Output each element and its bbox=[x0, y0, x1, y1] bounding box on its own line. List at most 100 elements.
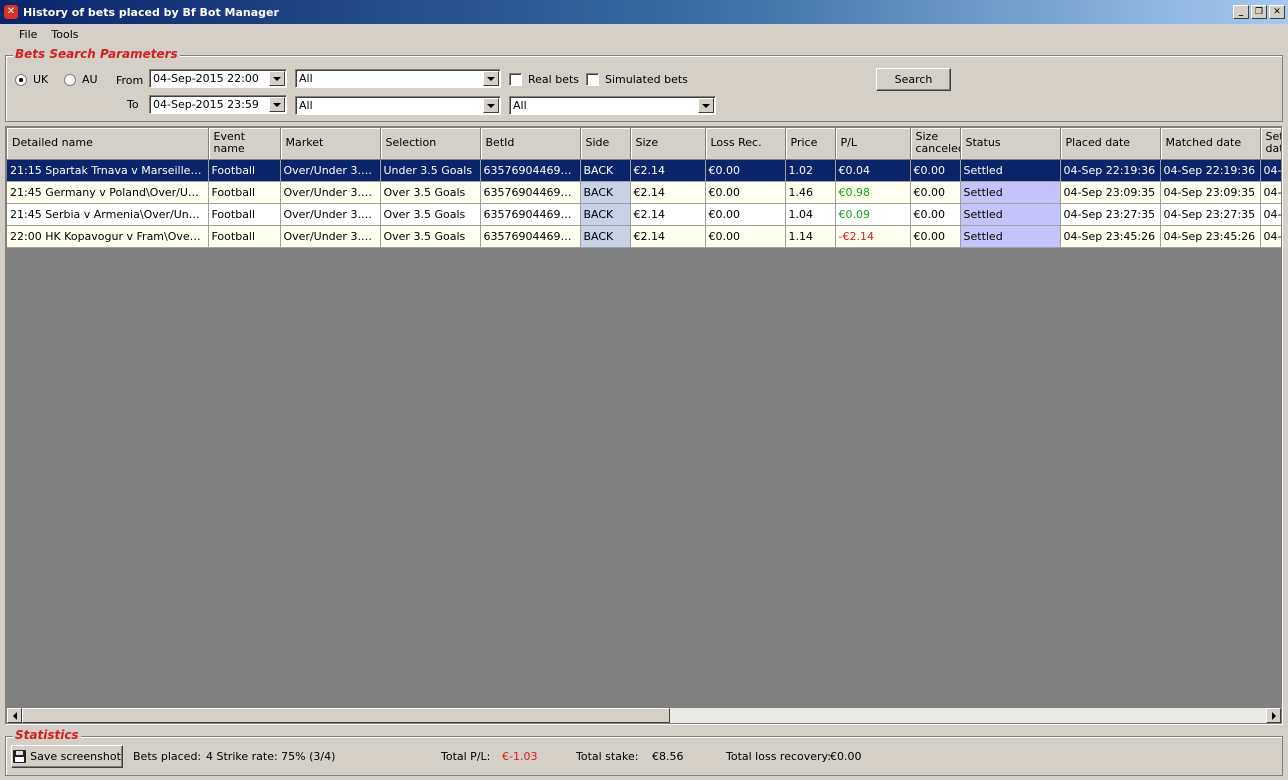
col-status[interactable]: Status bbox=[960, 128, 1061, 160]
table-row[interactable]: 21:15 Spartak Trnava v Marseille\Over/Un… bbox=[7, 159, 1281, 182]
minimize-button[interactable]: _ bbox=[1233, 5, 1249, 19]
col-market[interactable]: Market bbox=[280, 128, 381, 160]
scroll-thumb[interactable] bbox=[22, 708, 670, 723]
cell-selection: Under 3.5 Goals bbox=[380, 159, 481, 182]
filter-select-2[interactable]: All bbox=[295, 96, 501, 115]
search-group-title: Bets Search Parameters bbox=[13, 47, 180, 61]
restore-button[interactable]: ❐ bbox=[1251, 5, 1267, 19]
save-screenshot-button[interactable]: Save screenshot bbox=[11, 745, 123, 768]
radio-uk-label: UK bbox=[33, 73, 49, 86]
bets-placed-value: 4 Strike rate: 75% (3/4) bbox=[206, 750, 336, 763]
to-date-picker[interactable]: 04-Sep-2015 23:59 bbox=[149, 95, 287, 114]
cell-betid: 63576904469820002 bbox=[480, 203, 581, 226]
total-pl-label: Total P/L: bbox=[441, 750, 491, 763]
from-date-value: 04-Sep-2015 22:00 bbox=[153, 72, 259, 85]
chevron-down-icon bbox=[273, 102, 281, 107]
col-selection[interactable]: Selection bbox=[380, 128, 481, 160]
cell-market: Over/Under 3.5 Goals bbox=[280, 159, 381, 182]
col-settled-date[interactable]: Settled date bbox=[1260, 128, 1281, 160]
col-size-canceled[interactable]: Size canceled bbox=[910, 128, 961, 160]
bets-table: Detailed name Event name Market Selectio… bbox=[7, 128, 1281, 248]
filter-3-dropdown-button[interactable] bbox=[698, 98, 714, 113]
table-row[interactable]: 22:00 HK Kopavogur v Fram\Over/Under 3.5… bbox=[7, 225, 1281, 248]
simulated-bets-box bbox=[586, 73, 599, 86]
col-loss-rec[interactable]: Loss Rec. bbox=[705, 128, 786, 160]
cell-settled: 04-Sep 23:59:00 bbox=[1260, 225, 1281, 248]
cell-event: Football bbox=[208, 203, 281, 226]
col-matched-date[interactable]: Matched date bbox=[1160, 128, 1261, 160]
cell-pl: -€2.14 bbox=[835, 225, 911, 248]
radio-uk-dot bbox=[15, 73, 27, 86]
menu-tools[interactable]: Tools bbox=[44, 26, 85, 43]
filter-1-dropdown-button[interactable] bbox=[483, 71, 499, 86]
cell-side: BACK bbox=[580, 181, 631, 204]
scroll-track[interactable] bbox=[22, 708, 1266, 723]
real-bets-box bbox=[509, 73, 522, 86]
simulated-bets-checkbox[interactable]: Simulated bets bbox=[586, 73, 688, 86]
table-row[interactable]: 21:45 Germany v Poland\Over/Under 3.5 Go… bbox=[7, 181, 1281, 204]
col-size[interactable]: Size bbox=[630, 128, 706, 160]
app-logo-icon: ✕ bbox=[4, 5, 18, 19]
filter-select-1[interactable]: All bbox=[295, 69, 501, 88]
cell-placed: 04-Sep 23:45:26 bbox=[1060, 225, 1161, 248]
from-label: From bbox=[116, 74, 144, 87]
real-bets-checkbox[interactable]: Real bets bbox=[509, 73, 579, 86]
cell-betid: 63576904469820003 bbox=[480, 225, 581, 248]
total-stake-value: €8.56 bbox=[652, 750, 684, 763]
cell-placed: 04-Sep 23:09:35 bbox=[1060, 181, 1161, 204]
cell-size: €2.14 bbox=[630, 225, 706, 248]
radio-au-label: AU bbox=[82, 73, 98, 86]
cell-name: 22:00 HK Kopavogur v Fram\Over/Under 3.5… bbox=[7, 225, 209, 248]
cell-betid: 63576904469820001 bbox=[480, 181, 581, 204]
cell-selection: Over 3.5 Goals bbox=[380, 203, 481, 226]
filter-2-dropdown-button[interactable] bbox=[483, 98, 499, 113]
cell-settled: 04-Sep 23:59:00 bbox=[1260, 181, 1281, 204]
close-button[interactable]: ✕ bbox=[1269, 5, 1285, 19]
cell-matched: 04-Sep 22:19:36 bbox=[1160, 159, 1261, 182]
total-loss-recovery-label: Total loss recovery: bbox=[726, 750, 831, 763]
bets-grid[interactable]: Detailed name Event name Market Selectio… bbox=[5, 126, 1283, 725]
real-bets-label: Real bets bbox=[528, 73, 580, 86]
cell-loss: €0.00 bbox=[705, 159, 786, 182]
cell-status: Settled bbox=[960, 203, 1061, 226]
from-date-dropdown-button[interactable] bbox=[269, 71, 285, 86]
scroll-right-button[interactable] bbox=[1266, 708, 1281, 723]
cell-market: Over/Under 3.5 Goals bbox=[280, 181, 381, 204]
col-placed-date[interactable]: Placed date bbox=[1060, 128, 1161, 160]
cell-pl: €0.09 bbox=[835, 203, 911, 226]
cell-pl: €0.04 bbox=[835, 159, 911, 182]
cell-event: Football bbox=[208, 181, 281, 204]
cell-placed: 04-Sep 22:19:36 bbox=[1060, 159, 1161, 182]
chevron-down-icon bbox=[487, 76, 495, 81]
search-button[interactable]: Search bbox=[876, 68, 951, 91]
total-loss-recovery-value: €0.00 bbox=[830, 750, 862, 763]
window-title: History of bets placed by Bf Bot Manager bbox=[23, 5, 279, 19]
cell-price: 1.14 bbox=[785, 225, 836, 248]
radio-uk[interactable]: UK bbox=[15, 73, 48, 86]
radio-au[interactable]: AU bbox=[64, 73, 98, 86]
horizontal-scrollbar[interactable] bbox=[7, 708, 1281, 723]
cell-loss: €0.00 bbox=[705, 181, 786, 204]
col-pl[interactable]: P/L bbox=[835, 128, 911, 160]
col-betid[interactable]: BetId bbox=[480, 128, 581, 160]
cell-canceled: €0.00 bbox=[910, 181, 961, 204]
title-bar[interactable]: ✕ History of bets placed by Bf Bot Manag… bbox=[0, 0, 1288, 24]
to-date-dropdown-button[interactable] bbox=[269, 97, 285, 112]
cell-canceled: €0.00 bbox=[910, 159, 961, 182]
cell-price: 1.04 bbox=[785, 203, 836, 226]
cell-selection: Over 3.5 Goals bbox=[380, 181, 481, 204]
filter-1-value: All bbox=[299, 72, 313, 85]
filter-2-value: All bbox=[299, 99, 313, 112]
scroll-left-button[interactable] bbox=[7, 708, 22, 723]
col-price[interactable]: Price bbox=[785, 128, 836, 160]
col-side[interactable]: Side bbox=[580, 128, 631, 160]
col-detailed-name[interactable]: Detailed name bbox=[7, 128, 209, 160]
cell-pl: €0.98 bbox=[835, 181, 911, 204]
menu-file[interactable]: File bbox=[12, 26, 44, 43]
cell-name: 21:45 Germany v Poland\Over/Under 3.5 Go… bbox=[7, 181, 209, 204]
cell-canceled: €0.00 bbox=[910, 203, 961, 226]
table-row[interactable]: 21:45 Serbia v Armenia\Over/Under 3.5 Go… bbox=[7, 203, 1281, 226]
col-event-name[interactable]: Event name bbox=[208, 128, 281, 160]
from-date-picker[interactable]: 04-Sep-2015 22:00 bbox=[149, 69, 287, 88]
filter-select-3[interactable]: All bbox=[509, 96, 716, 115]
